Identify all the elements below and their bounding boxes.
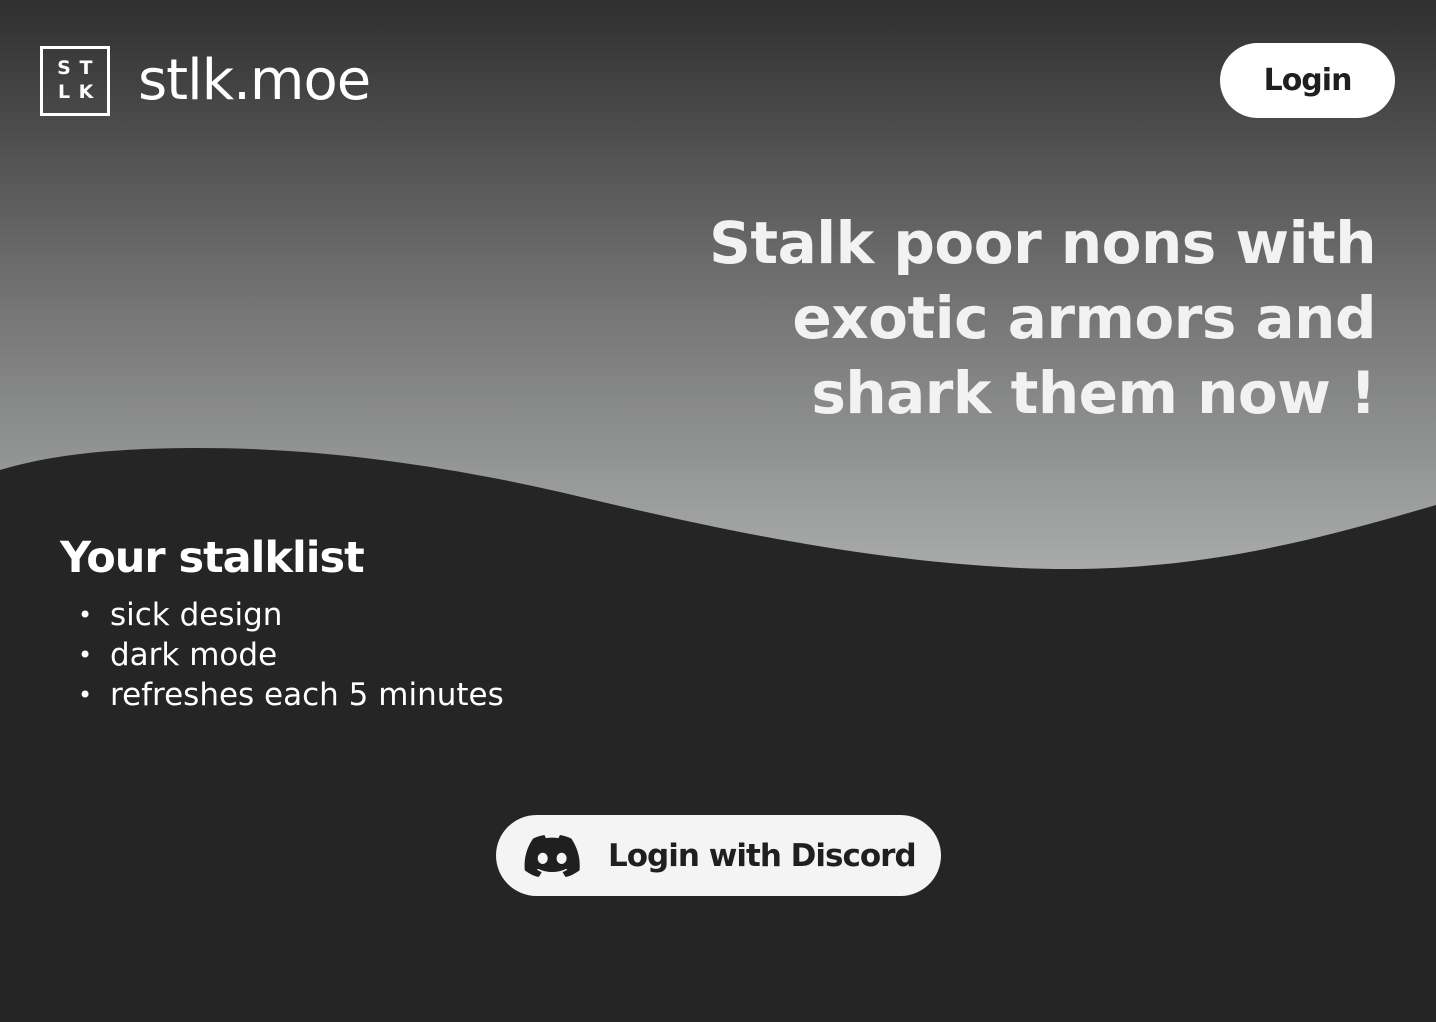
feature-text: refreshes each 5 minutes	[110, 677, 504, 713]
bullet-icon: •	[78, 641, 93, 669]
site-header: S T L K stlk.moe	[40, 46, 371, 116]
feature-list: • sick design • dark mode • refreshes ea…	[76, 595, 504, 715]
logo-letter-l: L	[57, 81, 71, 103]
hero-tagline: Stalk poor nons with exotic armors and s…	[616, 206, 1376, 431]
list-item: • dark mode	[76, 635, 504, 675]
list-item: • refreshes each 5 minutes	[76, 675, 504, 715]
stlk-logo[interactable]: S T L K	[40, 46, 110, 116]
logo-letter-s: S	[57, 57, 71, 79]
landing-page: S T L K stlk.moe Login Stalk poor nons w…	[0, 0, 1436, 1022]
discord-button-label: Login with Discord	[608, 837, 917, 874]
discord-icon	[524, 834, 580, 877]
tagline-line: exotic armors and	[792, 284, 1376, 352]
feature-text: sick design	[110, 597, 283, 633]
login-button[interactable]: Login	[1220, 43, 1395, 118]
feature-text: dark mode	[110, 637, 278, 673]
tagline-line: Stalk poor nons with	[709, 209, 1376, 277]
logo-letter-t: T	[79, 57, 93, 79]
stalklist-title: Your stalklist	[60, 533, 365, 583]
site-name[interactable]: stlk.moe	[138, 46, 371, 116]
list-item: • sick design	[76, 595, 504, 635]
login-with-discord-button[interactable]: Login with Discord	[496, 815, 941, 896]
tagline-line: shark them now !	[811, 359, 1376, 427]
logo-letter-k: K	[78, 81, 94, 103]
bullet-icon: •	[78, 601, 93, 629]
bullet-icon: •	[78, 681, 93, 709]
